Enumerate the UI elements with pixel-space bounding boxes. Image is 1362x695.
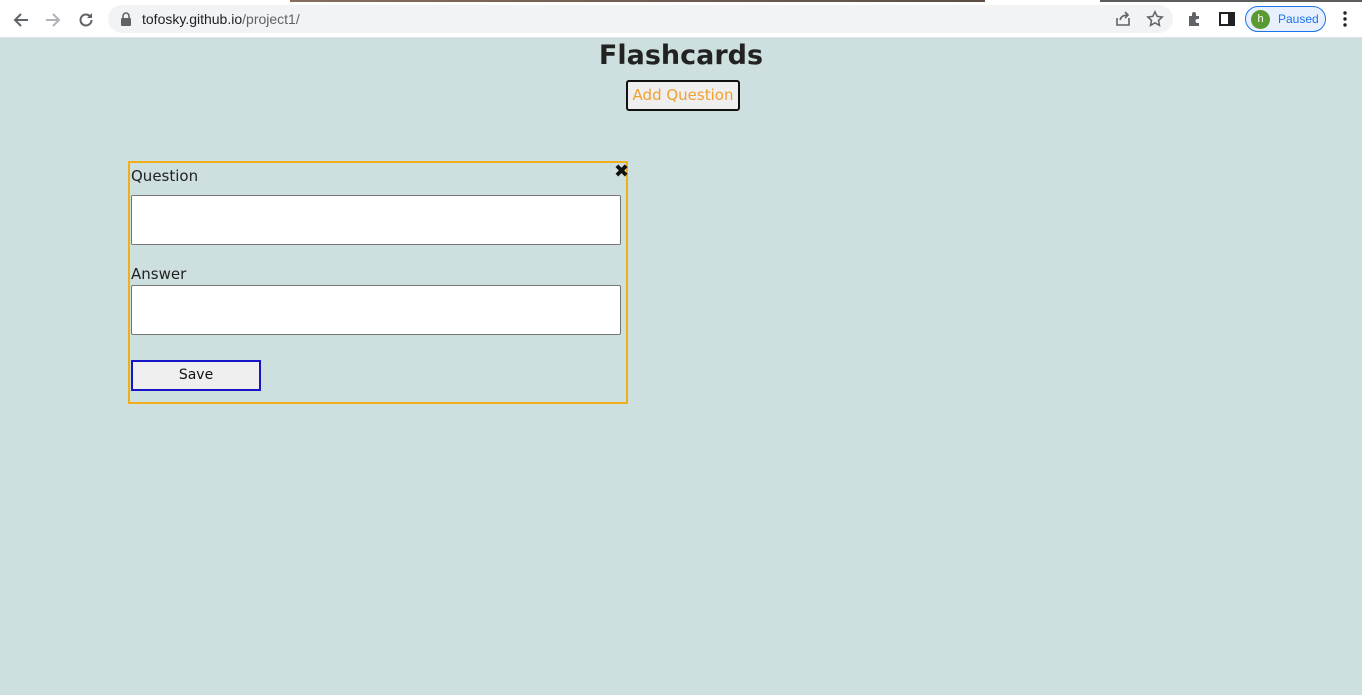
add-question-button[interactable]: Add Question: [626, 80, 740, 111]
question-input[interactable]: [131, 195, 621, 245]
extensions-icon[interactable]: [1186, 10, 1204, 28]
forward-button[interactable]: [41, 8, 65, 32]
browser-toolbar: tofosky.github.io/project1/ h Paused: [0, 0, 1362, 38]
menu-kebab-icon[interactable]: [1340, 10, 1350, 28]
forward-arrow-icon: [46, 13, 61, 27]
side-panel-icon[interactable]: [1218, 10, 1236, 28]
question-form: ✖ Question Answer Save: [128, 161, 629, 404]
address-bar[interactable]: tofosky.github.io/project1/: [108, 5, 1173, 33]
back-button[interactable]: [9, 8, 33, 32]
answer-input[interactable]: [131, 285, 621, 335]
tab-strip-edge: [0, 0, 1362, 2]
profile-button[interactable]: h Paused: [1245, 6, 1326, 32]
reload-icon: [79, 13, 93, 27]
page-title: Flashcards: [598, 40, 764, 71]
share-icon[interactable]: [1114, 10, 1132, 28]
avatar: h: [1251, 10, 1270, 29]
save-button[interactable]: Save: [131, 360, 261, 391]
back-arrow-icon: [13, 13, 28, 27]
answer-label: Answer: [131, 265, 187, 283]
url-path: /project1/: [242, 11, 300, 27]
reload-button[interactable]: [74, 8, 98, 32]
url-text[interactable]: tofosky.github.io/project1/: [142, 11, 300, 27]
profile-status: Paused: [1278, 12, 1319, 26]
close-icon[interactable]: ✖: [614, 163, 629, 181]
question-label: Question: [131, 167, 199, 185]
lock-icon[interactable]: [120, 12, 132, 26]
star-icon[interactable]: [1146, 10, 1164, 28]
url-host: tofosky.github.io: [142, 11, 243, 27]
